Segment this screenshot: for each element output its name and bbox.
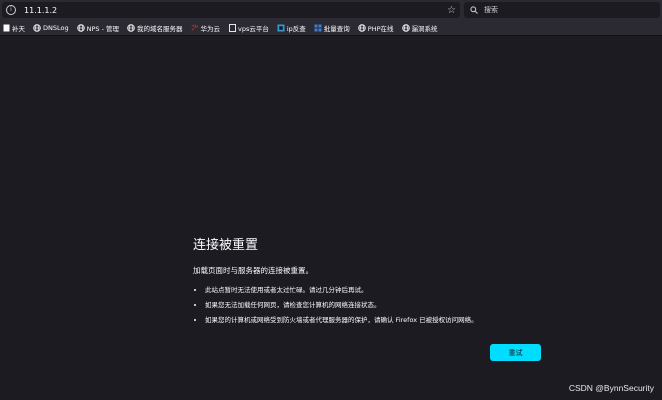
error-panel: 连接被重置 加载页面时与服务器的连接被重置。 此站点暂时无法使用或者太过忙碌。请… bbox=[193, 234, 553, 329]
address-bar-url[interactable]: 11.1.1.2 bbox=[24, 6, 57, 15]
bookmark-label: PHP在线 bbox=[367, 24, 394, 33]
address-bar[interactable]: i 11.1.1.2 ☆ bbox=[2, 2, 460, 18]
bookmark-item[interactable]: ip反查 bbox=[277, 23, 306, 33]
error-title: 连接被重置 bbox=[193, 238, 259, 253]
list-item: 此站点暂时无法使用或者太过忙碌。请过几分钟后再试。 bbox=[205, 284, 553, 294]
globe-icon bbox=[76, 23, 85, 32]
search-bar[interactable]: 搜索 bbox=[464, 2, 660, 18]
bookmark-item[interactable]: vps云平台 bbox=[228, 23, 269, 33]
bookmark-item[interactable]: 漏洞系统 bbox=[401, 23, 438, 33]
bookmark-star-icon[interactable]: ☆ bbox=[447, 5, 456, 16]
bookmark-label: 补天 bbox=[12, 24, 25, 33]
bookmark-label: ip反查 bbox=[286, 24, 306, 33]
error-description: 加载页面时与服务器的连接被重置。 bbox=[193, 266, 313, 275]
bookmark-label: vps云平台 bbox=[238, 24, 269, 33]
info-icon[interactable]: i bbox=[6, 5, 16, 15]
error-suggestions: 此站点暂时无法使用或者太过忙碌。请过几分钟后再试。 如果您无法加载任何网页，请检… bbox=[193, 284, 553, 324]
globe-icon bbox=[127, 23, 135, 32]
bookmark-item[interactable]: NPS - 管理 bbox=[76, 23, 119, 33]
search-icon bbox=[470, 6, 478, 14]
navigation-toolbar: i 11.1.1.2 ☆ 搜索 bbox=[0, 0, 662, 20]
list-item: 如果您无法加载任何网页，请检查您计算机的网络连接状态。 bbox=[205, 299, 553, 309]
bookmark-label: 我的域名服务器 bbox=[137, 24, 183, 33]
bookmark-item[interactable]: DNSLog bbox=[33, 24, 69, 32]
bookmarks-toolbar: 补天 DNSLog NPS - 管理 我的域名服务器 华为云 vps云平台 ip… bbox=[0, 20, 662, 36]
bookmark-item[interactable]: PHP在线 bbox=[358, 23, 394, 33]
retry-button[interactable]: 重试 bbox=[490, 344, 541, 361]
page-icon bbox=[2, 24, 10, 32]
globe-icon bbox=[33, 23, 41, 32]
watermark: CSDN @BynnSecurity bbox=[568, 383, 654, 393]
bookmark-item[interactable]: 华为云 bbox=[191, 23, 221, 33]
bookmark-label: 批量查询 bbox=[323, 24, 350, 33]
bookmark-label: 华为云 bbox=[200, 24, 221, 33]
globe-icon bbox=[358, 23, 366, 32]
bookmark-label: NPS - 管理 bbox=[86, 24, 119, 33]
bookmark-item[interactable]: 我的域名服务器 bbox=[127, 23, 183, 33]
globe-icon bbox=[401, 23, 410, 32]
bookmark-item[interactable]: 批量查询 bbox=[314, 23, 350, 33]
bookmark-item[interactable]: 补天 bbox=[2, 23, 25, 33]
list-item: 如果您的计算机或网络受到防火墙或者代理服务器的保护，请确认 Firefox 已被… bbox=[205, 314, 553, 324]
ip-icon bbox=[277, 24, 285, 32]
page-icon bbox=[228, 23, 236, 32]
bookmark-label: DNSLog bbox=[43, 23, 69, 32]
search-placeholder[interactable]: 搜索 bbox=[484, 5, 498, 15]
huawei-icon bbox=[191, 24, 199, 32]
bookmark-label: 漏洞系统 bbox=[411, 24, 438, 33]
grid-icon bbox=[314, 24, 322, 32]
